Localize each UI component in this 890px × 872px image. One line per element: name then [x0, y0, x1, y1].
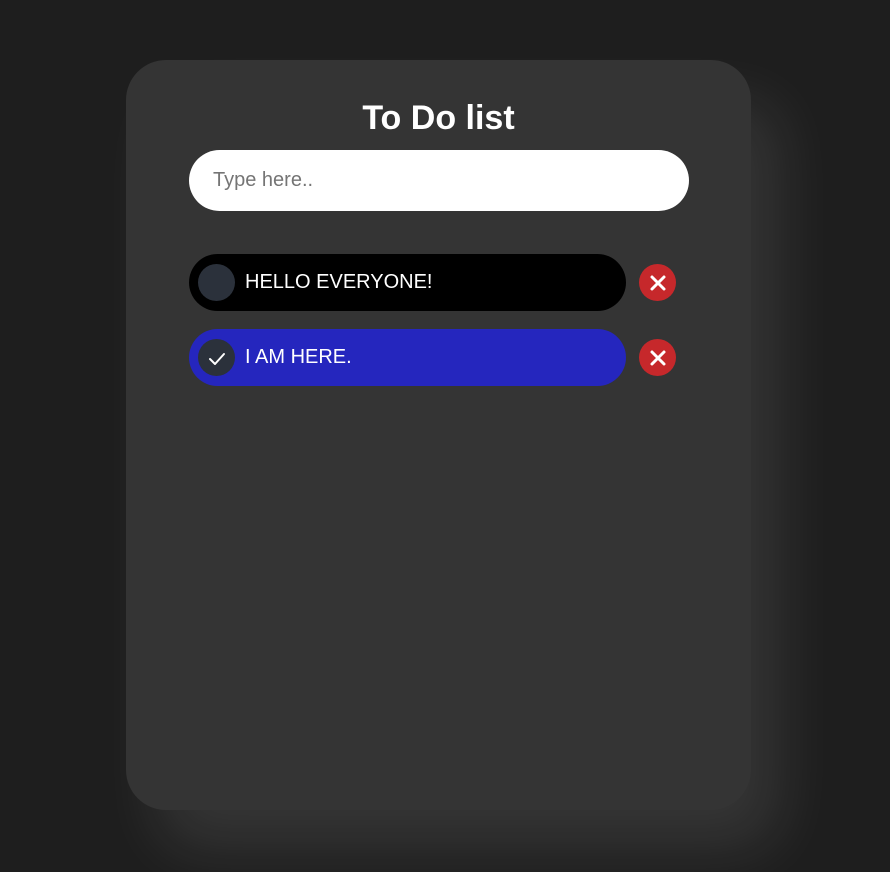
todo-input[interactable] [189, 150, 689, 211]
delete-button[interactable] [639, 339, 676, 376]
todo-item[interactable]: HELLO EVERYONE! [189, 254, 626, 311]
close-icon [650, 275, 665, 290]
todo-item-label: I AM HERE. [245, 346, 352, 368]
todo-card: To Do list HELLO EVERYONE! I AM HERE. [126, 60, 751, 810]
todo-item-done[interactable]: I AM HERE. [189, 329, 626, 386]
page-title: To Do list [362, 99, 515, 137]
check-icon [208, 352, 225, 365]
todo-input-wrapper [189, 150, 689, 211]
delete-button[interactable] [639, 264, 676, 301]
checkbox-circle[interactable] [198, 264, 235, 301]
checkbox-circle-checked[interactable] [198, 339, 235, 376]
todo-item-label: HELLO EVERYONE! [245, 271, 433, 293]
close-icon [650, 350, 665, 365]
